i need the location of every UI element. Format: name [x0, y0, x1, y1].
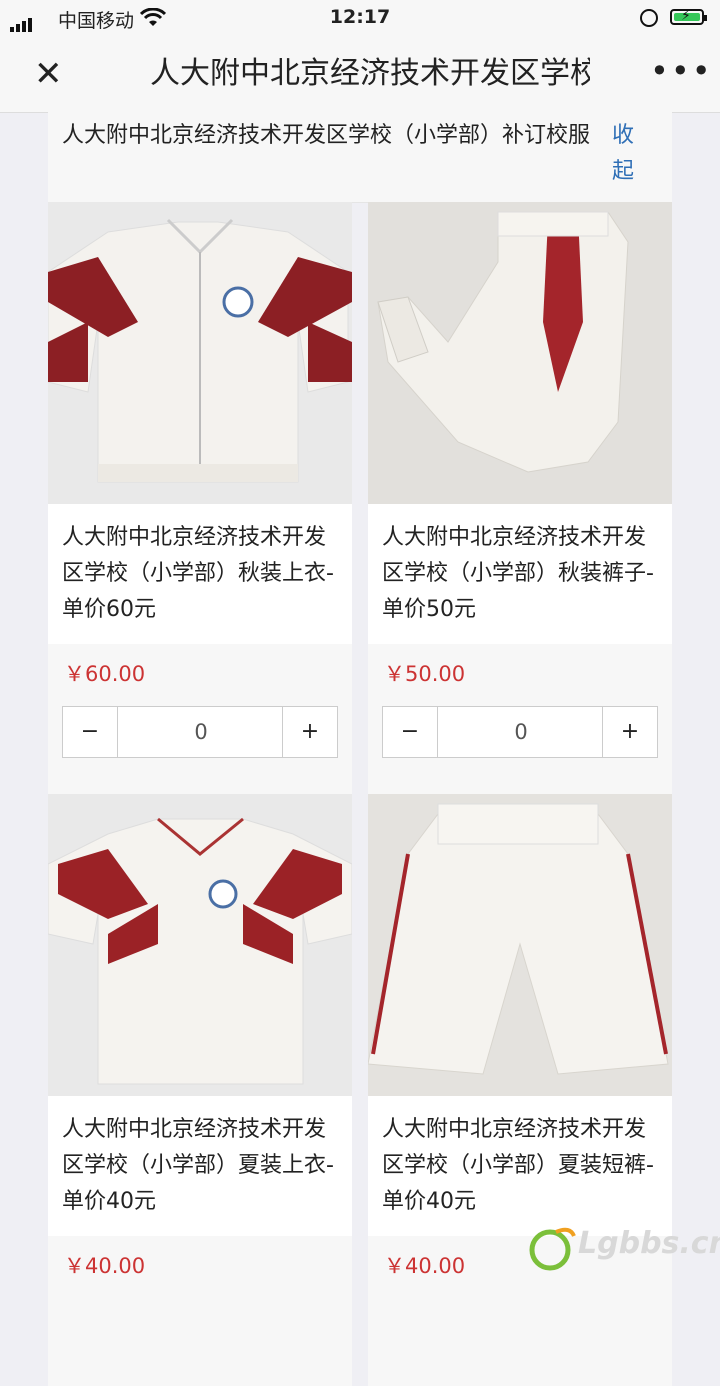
product-image-polo	[48, 794, 352, 1096]
product-price: ￥50.00	[384, 662, 466, 686]
section-title: 人大附中北京经济技术开发区学校（小学部）补订校服	[62, 123, 591, 148]
status-bar: 中国移动 12:17 ⚡	[0, 0, 720, 36]
battery-icon: ⚡	[670, 8, 707, 25]
quantity-stepper: − 0 +	[62, 706, 338, 758]
quantity-stepper: − 0 +	[382, 706, 658, 758]
product-name[interactable]: 人大附中北京经济技术开发区学校（小学部）秋装裤子-单价50元	[382, 520, 662, 628]
nav-bar: ✕ 人大附中北京经济技术开发区学校 •••	[0, 36, 720, 113]
product-card: 人大附中北京经济技术开发区学校（小学部）秋装裤子-单价50元 ￥50.00 − …	[368, 202, 672, 794]
price-bar: ￥60.00 − 0 +	[48, 644, 352, 794]
watermark-logo-icon	[529, 1227, 576, 1271]
product-image-pants	[368, 202, 672, 504]
page-title: 人大附中北京经济技术开发区学校	[150, 56, 590, 91]
decrease-button[interactable]: −	[63, 707, 118, 757]
rotation-lock-icon	[640, 9, 658, 27]
clock: 12:17	[329, 6, 391, 28]
product-name[interactable]: 人大附中北京经济技术开发区学校（小学部）秋装上衣-单价60元	[62, 520, 342, 628]
increase-button[interactable]: +	[282, 707, 337, 757]
quantity-input[interactable]: 0	[438, 707, 604, 757]
product-name[interactable]: 人大附中北京经济技术开发区学校（小学部）夏装上衣-单价40元	[62, 1112, 342, 1220]
watermark-text: Lgbbs.cn	[578, 1226, 720, 1261]
product-price: ￥60.00	[64, 662, 146, 686]
product-card: 人大附中北京经济技术开发区学校（小学部）秋装上衣-单价60元 ￥60.00 − …	[48, 202, 352, 794]
watermark: Lgbbs.cn	[526, 1226, 720, 1272]
quantity-input[interactable]: 0	[118, 707, 284, 757]
product-image-jacket	[48, 202, 352, 504]
more-icon[interactable]: •••	[650, 52, 713, 90]
price-bar: ￥50.00 − 0 +	[368, 644, 672, 794]
decrease-button[interactable]: −	[383, 707, 438, 757]
product-name[interactable]: 人大附中北京经济技术开发区学校（小学部）夏装短裤-单价40元	[382, 1112, 662, 1220]
price-bar: ￥40.00	[48, 1236, 352, 1386]
product-image-shorts	[368, 794, 672, 1096]
product-price: ￥40.00	[64, 1254, 146, 1278]
product-section: 人大附中北京经济技术开发区学校（小学部）补订校服 收起 人大附中北京经济技术开发…	[48, 112, 672, 1386]
increase-button[interactable]: +	[602, 707, 657, 757]
section-header: 人大附中北京经济技术开发区学校（小学部）补订校服 收起	[48, 112, 672, 203]
product-card: 人大附中北京经济技术开发区学校（小学部）夏装上衣-单价40元 ￥40.00	[48, 794, 352, 1386]
close-icon[interactable]: ✕	[34, 56, 63, 92]
product-price: ￥40.00	[384, 1254, 466, 1278]
collapse-link[interactable]: 收起	[612, 118, 642, 190]
